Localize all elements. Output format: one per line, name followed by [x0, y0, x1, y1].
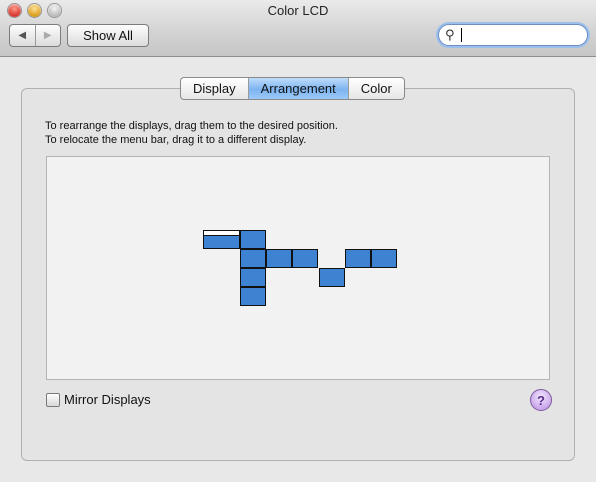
display-thumbnail[interactable]	[319, 268, 345, 287]
window-title: Color LCD	[267, 3, 329, 18]
display-thumbnail[interactable]	[345, 249, 371, 268]
tab-bar: Display Arrangement Color	[180, 77, 405, 100]
display-thumbnail[interactable]	[240, 249, 266, 268]
arrow-right-icon: ▶	[43, 30, 52, 41]
search-field[interactable]: ⚲	[438, 24, 588, 46]
back-button[interactable]: ◀	[10, 25, 35, 46]
help-button[interactable]: ?	[530, 389, 552, 411]
instructions: To rearrange the displays, drag them to …	[45, 119, 338, 147]
display-thumbnail[interactable]	[292, 249, 318, 268]
mirror-displays-checkbox[interactable]	[46, 392, 60, 407]
tab-arrangement[interactable]: Arrangement	[247, 78, 348, 99]
forward-button[interactable]: ▶	[34, 25, 61, 46]
back-forward-control: ◀ ▶	[9, 24, 61, 47]
mirror-displays-label: Mirror Displays	[64, 392, 151, 407]
mirror-displays[interactable]: Mirror Displays	[46, 392, 151, 407]
show-all-button[interactable]: Show All	[67, 24, 149, 47]
search-icon: ⚲	[445, 27, 455, 42]
title-bar: Color LCD ◀ ▶ Show All ⚲	[0, 0, 596, 57]
display-thumbnail[interactable]	[266, 249, 292, 268]
instruction-line-rearrange: To rearrange the displays, drag them to …	[45, 120, 338, 132]
display-thumbnail[interactable]	[371, 249, 397, 268]
instruction-line-menubar: To relocate the menu bar, drag it to a d…	[45, 134, 307, 146]
tab-color[interactable]: Color	[347, 78, 404, 99]
menu-bar-indicator[interactable]	[204, 231, 239, 236]
text-caret	[461, 28, 462, 42]
display-arrangement-area	[46, 156, 550, 380]
arrow-left-icon: ◀	[18, 30, 27, 41]
display-thumbnail[interactable]	[240, 287, 266, 306]
display-thumbnail[interactable]	[240, 230, 266, 249]
display-thumbnail[interactable]	[240, 268, 266, 287]
tab-display[interactable]: Display	[181, 78, 248, 99]
display-thumbnail-main[interactable]	[203, 230, 240, 249]
